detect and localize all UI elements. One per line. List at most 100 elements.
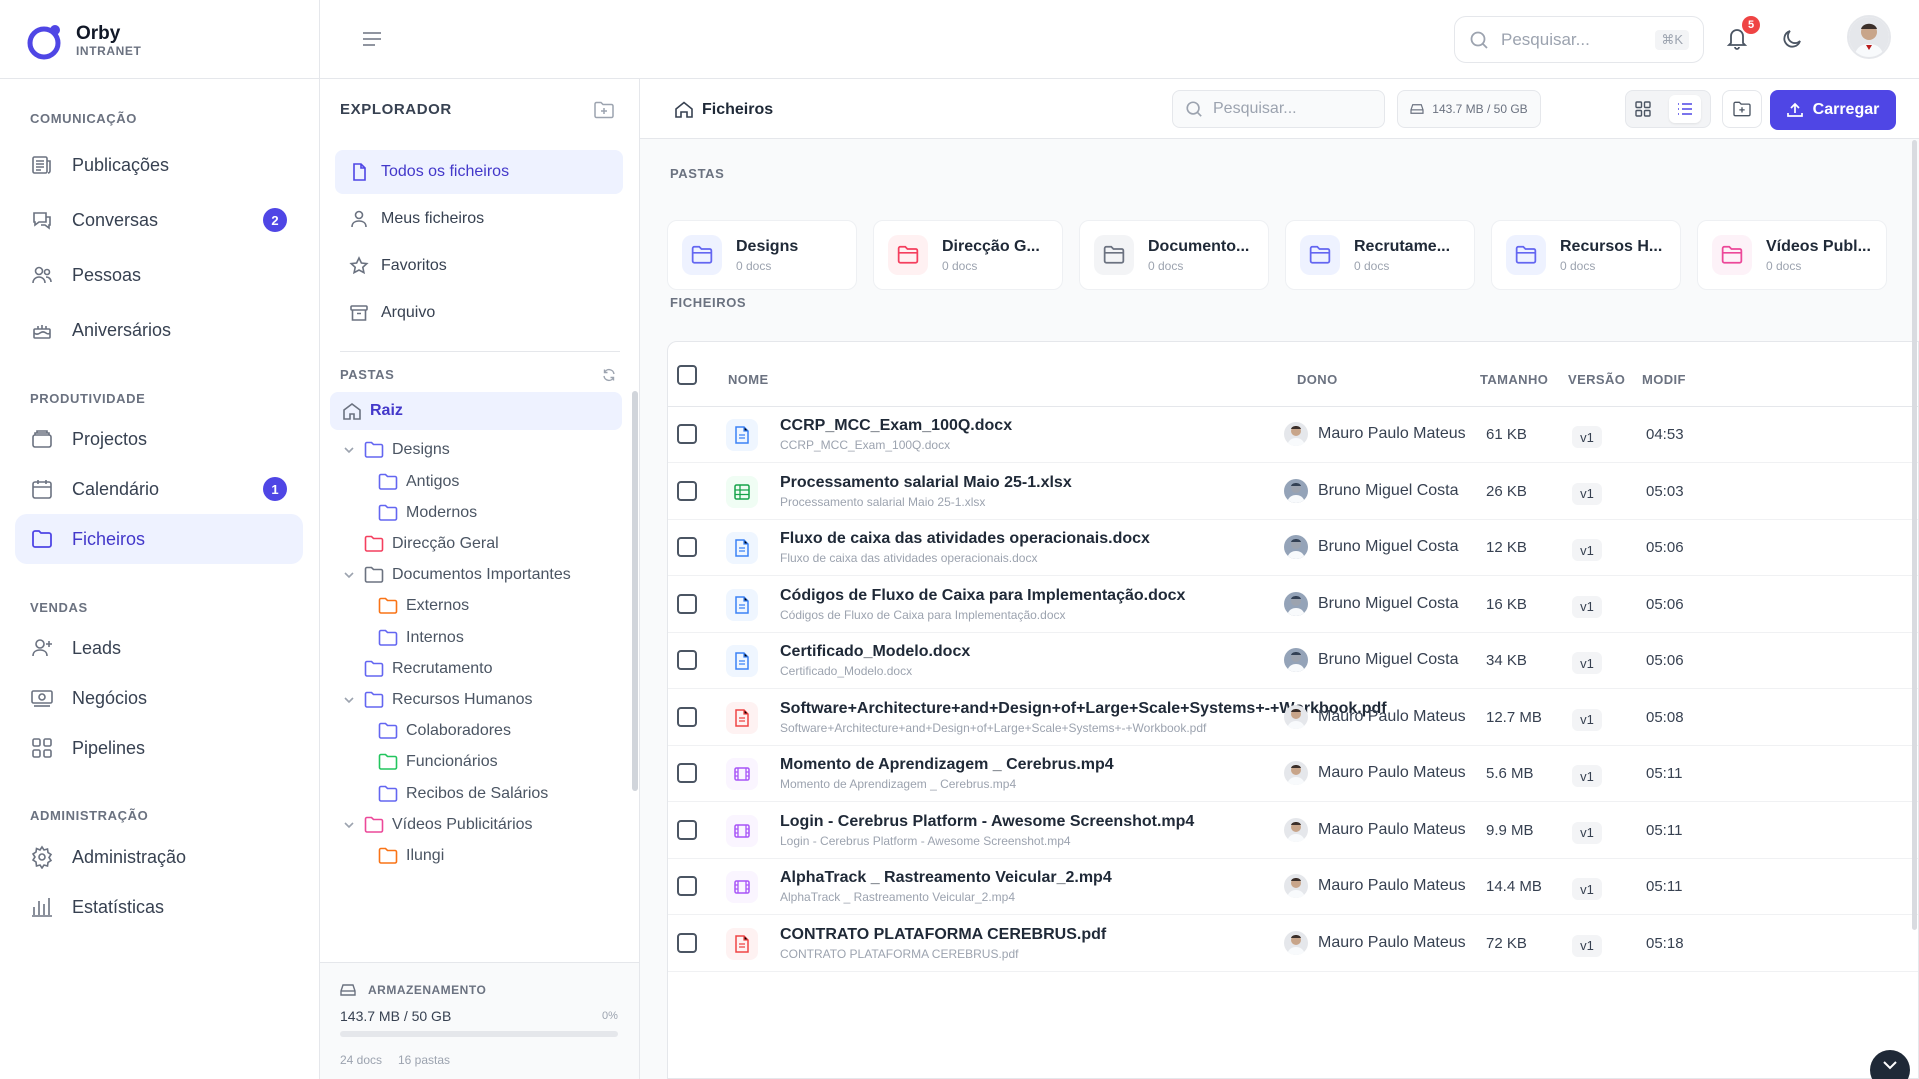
- chevron-down-icon[interactable]: [342, 693, 356, 707]
- row-checkbox[interactable]: [677, 819, 697, 840]
- file-name[interactable]: CONTRATO PLATAFORMA CEREBRUS.pdf: [780, 926, 1106, 944]
- user-avatar[interactable]: [1847, 15, 1891, 59]
- chevron-down-icon[interactable]: [342, 443, 356, 457]
- folder-card[interactable]: Recursos H... 0 docs: [1491, 220, 1681, 290]
- table-row[interactable]: Fluxo de caixa das atividades operaciona…: [668, 520, 1918, 576]
- nav-item-leads[interactable]: Leads: [15, 623, 303, 673]
- explorer-archive[interactable]: Arquivo: [335, 291, 623, 335]
- tree-item-funcion-rios[interactable]: Funcionários: [378, 746, 498, 778]
- nav-item-ficheiros[interactable]: Ficheiros: [15, 514, 303, 564]
- table-row[interactable]: AlphaTrack _ Rastreamento Veicular_2.mp4…: [668, 859, 1918, 915]
- file-name[interactable]: CCRP_MCC_Exam_100Q.docx: [780, 417, 1012, 435]
- nav-item-pessoas[interactable]: Pessoas: [15, 250, 303, 300]
- row-checkbox[interactable]: [677, 537, 697, 557]
- nav-item-administracao[interactable]: Administração: [15, 832, 303, 882]
- tree-item-direc-o-geral[interactable]: Direcção Geral: [342, 528, 499, 560]
- file-name[interactable]: Certificado_Modelo.docx: [780, 643, 970, 661]
- nav-item-pipelines[interactable]: Pipelines: [15, 723, 303, 773]
- moon-icon[interactable]: [1780, 27, 1804, 51]
- tree-item-ilungi[interactable]: Ilungi: [378, 840, 444, 872]
- brand[interactable]: Orby INTRANET: [24, 18, 141, 64]
- upload-button[interactable]: Carregar: [1770, 90, 1896, 130]
- col-header-name[interactable]: NOME: [728, 372, 769, 387]
- folder-card[interactable]: Direcção G... 0 docs: [873, 220, 1063, 290]
- tree-item-raiz[interactable]: Raiz: [342, 395, 403, 427]
- new-folder-button[interactable]: [1722, 90, 1762, 128]
- col-header-size[interactable]: TAMANHO: [1480, 372, 1548, 387]
- new-folder-icon[interactable]: [594, 101, 614, 119]
- tree-item-recrutamento[interactable]: Recrutamento: [342, 653, 493, 685]
- col-header-modified[interactable]: MODIF: [1642, 372, 1686, 387]
- row-checkbox[interactable]: [677, 763, 697, 783]
- chevron-down-icon[interactable]: [342, 818, 356, 832]
- folder-card[interactable]: Recrutame... 0 docs: [1285, 220, 1475, 290]
- tree-item-v-deos-publicit-rios[interactable]: Vídeos Publicitários: [342, 809, 533, 841]
- table-row[interactable]: Processamento salarial Maio 25-1.xlsx Pro…: [668, 464, 1918, 520]
- table-row[interactable]: CCRP_MCC_Exam_100Q.docx CCRP_MCC_Exam_100…: [668, 407, 1918, 463]
- nav-item-projectos[interactable]: Projectos: [15, 414, 303, 464]
- tree-item-modernos[interactable]: Modernos: [378, 497, 477, 529]
- nav-item-estatisticas[interactable]: Estatísticas: [15, 882, 303, 932]
- table-row[interactable]: Momento de Aprendizagem _ Cerebrus.mp4 Mo…: [668, 746, 1918, 802]
- content-scrollbar[interactable]: [1912, 140, 1917, 930]
- tree-item-colaboradores[interactable]: Colaboradores: [378, 715, 511, 747]
- files-search[interactable]: Pesquisar...: [1172, 90, 1385, 128]
- table-row[interactable]: Software+Architecture+and+Design+of+Larg…: [668, 690, 1918, 746]
- file-name[interactable]: Processamento salarial Maio 25-1.xlsx: [780, 474, 1072, 492]
- list-view-button[interactable]: [1669, 95, 1701, 123]
- tree-item-internos[interactable]: Internos: [378, 622, 464, 654]
- folder-card[interactable]: Vídeos Publ... 0 docs: [1697, 220, 1887, 290]
- explorer-my-files[interactable]: Meus ficheiros: [335, 197, 623, 241]
- nav-item-conversas[interactable]: Conversas 2: [15, 195, 303, 245]
- col-header-owner[interactable]: DONO: [1297, 372, 1338, 387]
- owner-name: Bruno Miguel Costa: [1318, 651, 1459, 668]
- row-checkbox[interactable]: [677, 424, 697, 444]
- tree-item-label: Designs: [392, 441, 450, 458]
- tree-item-recibos-de-sal-rios[interactable]: Recibos de Salários: [378, 778, 548, 810]
- file-name[interactable]: Momento de Aprendizagem _ Cerebrus.mp4: [780, 756, 1114, 774]
- content-body: PASTAS Designs 0 docs Direcção G... 0 docs D…: [640, 139, 1919, 1079]
- file-name[interactable]: Códigos de Fluxo de Caixa para Implement…: [780, 587, 1185, 605]
- explorer-favorites[interactable]: Favoritos: [335, 244, 623, 288]
- avatar-icon: [1284, 874, 1308, 898]
- file-name[interactable]: Fluxo de caixa das atividades operaciona…: [780, 530, 1150, 548]
- tree-item-antigos[interactable]: Antigos: [378, 466, 459, 498]
- chevron-down-icon[interactable]: [342, 568, 356, 582]
- row-checkbox[interactable]: [677, 593, 697, 614]
- row-checkbox[interactable]: [677, 480, 697, 501]
- table-row[interactable]: Códigos de Fluxo de Caixa para Implement…: [668, 577, 1918, 633]
- nav-item-calendario[interactable]: Calendário 1: [15, 464, 303, 514]
- home-icon[interactable]: [675, 101, 693, 118]
- row-checkbox[interactable]: [677, 706, 697, 727]
- table-row[interactable]: CONTRATO PLATAFORMA CEREBRUS.pdf CONTRATO…: [668, 916, 1918, 972]
- tree-item-recursos-humanos[interactable]: Recursos Humanos: [342, 684, 533, 716]
- nav-item-negocios[interactable]: Negócios: [15, 673, 303, 723]
- select-all-checkbox[interactable]: [677, 365, 697, 385]
- row-checkbox[interactable]: [677, 932, 697, 953]
- explorer-all-files[interactable]: Todos os ficheiros: [335, 150, 623, 194]
- logo-icon: [27, 25, 61, 60]
- nav-item-aniversarios[interactable]: Aniversários: [15, 305, 303, 355]
- folder-card[interactable]: Designs 0 docs: [667, 220, 857, 290]
- table-row[interactable]: Login - Cerebrus Platform - Awesome Scre…: [668, 803, 1918, 859]
- explorer-scrollbar[interactable]: [632, 391, 638, 791]
- file-name[interactable]: Login - Cerebrus Platform - Awesome Scre…: [780, 813, 1194, 831]
- table-row[interactable]: Certificado_Modelo.docx Certificado_Model…: [668, 633, 1918, 689]
- global-search[interactable]: Pesquisar... ⌘K: [1454, 16, 1704, 63]
- file-name[interactable]: AlphaTrack _ Rastreamento Veicular_2.mp4: [780, 869, 1112, 887]
- col-header-version[interactable]: VERSÃO: [1568, 372, 1625, 387]
- breadcrumb[interactable]: Ficheiros: [702, 101, 773, 119]
- grid-view-icon[interactable]: [1635, 101, 1651, 117]
- menu-icon[interactable]: [362, 30, 382, 48]
- folder-card[interactable]: Documento... 0 docs: [1079, 220, 1269, 290]
- row-checkbox[interactable]: [677, 650, 697, 670]
- tree-item-designs[interactable]: Designs: [342, 434, 450, 466]
- hard-drive-icon: [1410, 104, 1424, 114]
- refresh-icon[interactable]: [602, 368, 616, 382]
- owner-avatar: [1284, 874, 1308, 898]
- folder-card-docs: 0 docs: [736, 258, 772, 273]
- row-checkbox[interactable]: [677, 876, 697, 896]
- tree-item-externos[interactable]: Externos: [378, 590, 469, 622]
- tree-item-documentos-importantes[interactable]: Documentos Importantes: [342, 559, 571, 591]
- nav-item-publicacoes[interactable]: Publicações: [15, 140, 303, 190]
